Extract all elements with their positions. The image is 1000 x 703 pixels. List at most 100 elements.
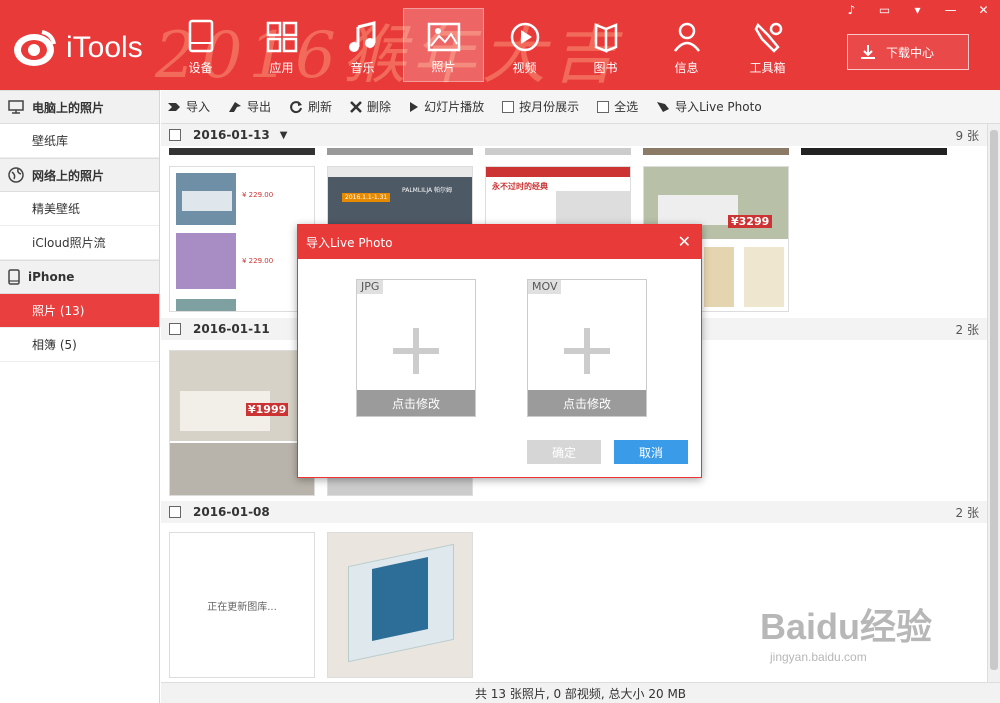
nav-books[interactable]: 图书 (565, 8, 646, 82)
photo-thumb[interactable]: ¥ 229.00 ¥ 229.00 (169, 166, 315, 312)
sidebar-section-computer[interactable]: 电脑上的照片 (0, 90, 159, 124)
modify-label: 点击修改 (391, 396, 440, 411)
dialog-header: 导入Live Photo ✕ (298, 225, 701, 259)
device-icon (188, 19, 213, 53)
nav-messages[interactable]: 信息 (646, 8, 727, 82)
apps-icon (266, 21, 297, 53)
photo-thumb[interactable] (485, 148, 631, 155)
photo-thumb[interactable] (327, 148, 473, 155)
group-checkbox[interactable] (169, 129, 181, 141)
globe-icon (8, 167, 24, 183)
music-note-icon[interactable]: ♪ (835, 0, 868, 20)
toolbar-label: 导入 (186, 100, 211, 114)
nav-label: 应用 (269, 61, 294, 75)
sidebar-item-albums[interactable]: 相簿 (5) (0, 328, 159, 362)
sidebar-section-online[interactable]: 网络上的照片 (0, 158, 159, 192)
scrollbar[interactable] (987, 124, 1000, 682)
watermark-main: Baidu经验 (760, 606, 933, 647)
sidebar-section-label: 电脑上的照片 (32, 100, 105, 115)
cancel-label: 取消 (638, 445, 663, 460)
group-checkbox[interactable] (169, 323, 181, 335)
watermark-sub: jingyan.baidu.com (770, 650, 867, 664)
import-live-photo-button[interactable]: 导入Live Photo (656, 98, 762, 115)
dialog-title: 导入Live Photo (306, 235, 393, 250)
toolbar-label: 导出 (247, 100, 272, 114)
sidebar-section-label: 网络上的照片 (32, 168, 105, 183)
toolbar-label: 刷新 (308, 100, 333, 114)
nav-label: 照片 (431, 60, 456, 74)
photo-thumb[interactable] (169, 148, 315, 155)
export-button[interactable]: 导出 (228, 98, 271, 115)
cancel-button[interactable]: 取消 (614, 440, 688, 464)
nav-photos[interactable]: 照片 (403, 8, 484, 82)
import-button[interactable]: 导入 (167, 98, 210, 115)
group-checkbox[interactable] (169, 506, 181, 518)
photo-thumb[interactable] (643, 148, 789, 155)
delete-button[interactable]: 删除 (350, 98, 391, 115)
feedback-icon[interactable]: ▭ (868, 0, 901, 20)
sidebar-item-label: 照片 (13) (32, 304, 85, 318)
import-live-photo-dialog: 导入Live Photo ✕ JPG 点击修改 MOV 点击修改 确定 取消 (297, 224, 702, 478)
itools-logo-icon (12, 28, 58, 68)
sidebar-item-wallpapers[interactable]: 精美壁纸 (0, 192, 159, 226)
download-center-button[interactable]: 下载中心 (847, 34, 969, 70)
toolbar-label: 导入Live Photo (675, 100, 762, 114)
sidebar-section-label: iPhone (28, 270, 75, 284)
chevron-down-icon[interactable]: ▼ (280, 130, 288, 141)
photo-thumb[interactable]: ¥1999 (169, 350, 315, 496)
group-count: 9 张 (955, 128, 979, 143)
sidebar-item-label: 精美壁纸 (32, 202, 81, 216)
music-icon (348, 21, 375, 52)
minimize-icon[interactable]: — (934, 0, 967, 20)
nav-video[interactable]: 视频 (484, 8, 565, 82)
toolbar-label: 删除 (367, 100, 392, 114)
nav-device[interactable]: 设备 (160, 8, 241, 82)
sidebar-item-photos[interactable]: 照片 (13) (0, 294, 159, 328)
mov-slot[interactable]: MOV 点击修改 (527, 279, 647, 417)
sidebar-item-icloud-stream[interactable]: iCloud照片流 (0, 226, 159, 260)
jpg-modify-button[interactable]: 点击修改 (357, 390, 475, 416)
slideshow-button[interactable]: 幻灯片播放 (409, 98, 484, 115)
nav-apps[interactable]: 应用 (241, 8, 322, 82)
export-icon (228, 101, 242, 113)
photo-thumb[interactable] (327, 532, 473, 678)
modify-label: 点击修改 (562, 396, 611, 411)
date-group-header: 2016-01-08 2 张 (161, 501, 987, 523)
checkbox-icon (597, 100, 610, 113)
close-icon[interactable]: ✕ (678, 232, 691, 251)
sidebar-section-iphone[interactable]: iPhone (0, 260, 159, 294)
group-date: 2016-01-13 (193, 128, 270, 142)
select-all-toggle[interactable]: 全选 (597, 98, 638, 115)
sidebar-item-label: 相簿 (5) (32, 338, 77, 352)
sidebar: 电脑上的照片 壁纸库 网络上的照片 精美壁纸 iCloud照片流 iPhone … (0, 90, 160, 703)
group-count: 2 张 (955, 505, 979, 520)
monitor-icon (8, 100, 24, 114)
nav-toolbox[interactable]: 工具箱 (727, 8, 808, 82)
plus-icon (393, 328, 439, 374)
confirm-button[interactable]: 确定 (527, 440, 601, 464)
nav-music[interactable]: 音乐 (322, 8, 403, 82)
sidebar-item-wallpaper-lib[interactable]: 壁纸库 (0, 124, 159, 158)
header: 2016猴年大吉 iTools 设备 应用 音乐 照片 视频 图书 信息 工具箱… (0, 0, 1000, 90)
photo-thumb-loading[interactable]: 正在更新图库... (169, 532, 315, 678)
sidebar-item-label: 壁纸库 (32, 134, 69, 148)
video-icon (510, 22, 539, 52)
by-month-toggle[interactable]: 按月份展示 (502, 98, 579, 115)
photo-thumb[interactable] (801, 148, 947, 155)
refresh-button[interactable]: 刷新 (289, 98, 332, 115)
thumb-headline: 永不过时的经典 (492, 182, 548, 191)
jpg-slot[interactable]: JPG 点击修改 (356, 279, 476, 417)
confirm-label: 确定 (551, 445, 576, 460)
thumb-price: ¥1999 (246, 403, 289, 416)
toolbar-label: 幻灯片播放 (424, 100, 485, 114)
mov-modify-button[interactable]: 点击修改 (528, 390, 646, 416)
scrollbar-thumb[interactable] (990, 130, 998, 670)
photo-icon (427, 22, 460, 52)
thumb-price: ¥ 229.00 (242, 191, 274, 199)
close-window-icon[interactable]: ✕ (967, 0, 1000, 20)
status-bar: 共 13 张照片, 0 部视频, 总大小 20 MB (161, 682, 1000, 703)
slot-label: MOV (528, 280, 562, 294)
menu-icon[interactable]: ▾ (901, 0, 934, 20)
download-label: 下载中心 (886, 45, 935, 60)
delete-icon (350, 100, 362, 113)
